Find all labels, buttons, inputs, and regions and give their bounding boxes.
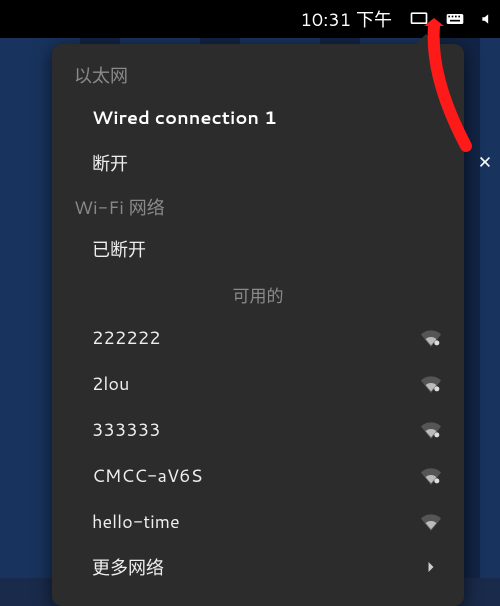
wifi-ssid: hello-time <box>92 508 420 534</box>
disconnect-label: 断开 <box>92 150 442 176</box>
disconnect-item[interactable]: 断开 <box>52 140 464 186</box>
clock: 10:31 下午 <box>300 6 392 32</box>
speaker-tray-icon[interactable] <box>480 8 494 30</box>
available-header: 可用的 <box>52 272 464 314</box>
wired-connection-item[interactable]: Wired connection 1 <box>52 94 464 140</box>
more-networks-item[interactable]: 更多网络 <box>52 544 464 590</box>
more-networks-label: 更多网络 <box>92 554 420 580</box>
wifi-signal-locked-icon <box>420 326 442 348</box>
top-bar: 10:31 下午 <box>0 0 500 38</box>
wifi-signal-locked-icon <box>420 464 442 486</box>
network-menu: 以太网 Wired connection 1 断开 Wi-Fi 网络 已断开 可… <box>52 44 464 606</box>
keyboard-tray-icon[interactable] <box>444 8 466 30</box>
wifi-network-item[interactable]: 2lou <box>52 360 464 406</box>
network-tray-icon[interactable] <box>408 8 430 30</box>
wifi-signal-locked-icon <box>420 418 442 440</box>
wired-connection-label: Wired connection 1 <box>92 104 442 130</box>
wifi-ssid: CMCC-aV6S <box>92 462 420 488</box>
close-icon[interactable]: × <box>478 146 492 177</box>
ethernet-section-header: 以太网 <box>52 54 464 94</box>
wifi-ssid: 222222 <box>92 324 420 350</box>
wifi-ssid: 2lou <box>92 370 420 396</box>
wifi-signal-icon <box>420 510 442 532</box>
wifi-ssid: 333333 <box>92 416 420 442</box>
wifi-network-item[interactable]: 222222 <box>52 314 464 360</box>
wifi-disconnected-label: 已断开 <box>92 236 442 262</box>
wifi-disconnected-item[interactable]: 已断开 <box>52 226 464 272</box>
wifi-network-item[interactable]: hello-time <box>52 498 464 544</box>
wifi-network-item[interactable]: CMCC-aV6S <box>52 452 464 498</box>
wifi-signal-locked-icon <box>420 372 442 394</box>
wifi-section-header: Wi-Fi 网络 <box>52 186 464 226</box>
chevron-right-icon <box>420 556 442 578</box>
wifi-network-item[interactable]: 333333 <box>52 406 464 452</box>
